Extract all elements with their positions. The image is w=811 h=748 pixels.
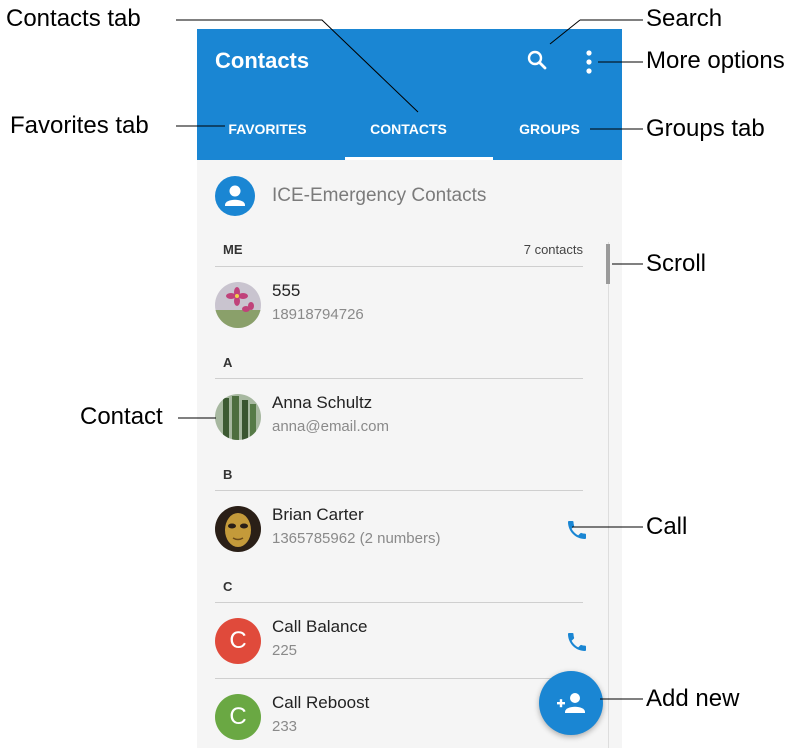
contact-detail: anna@email.com — [272, 418, 389, 435]
phone-icon[interactable] — [565, 630, 589, 654]
contact-detail: 18918794726 — [272, 306, 364, 323]
callout-call: Call — [646, 513, 688, 540]
section-letter: ME — [223, 242, 243, 257]
selected-tab-indicator — [345, 157, 493, 160]
mask-photo-avatar — [215, 506, 261, 552]
contact-detail: 1365785962 (2 numbers) — [272, 530, 441, 547]
tab-contacts[interactable]: CONTACTS — [338, 114, 479, 160]
more-vert-icon[interactable] — [581, 48, 597, 76]
phone-icon[interactable] — [565, 518, 589, 542]
section-header-c: C — [223, 572, 583, 602]
contact-name: 555 — [272, 281, 301, 300]
scrollbar-track — [608, 242, 609, 748]
ice-label: ICE-Emergency Contacts — [272, 185, 487, 206]
cactus-photo-avatar — [215, 394, 261, 440]
divider — [215, 678, 583, 679]
section-header-a: A — [223, 348, 583, 378]
callout-more-options: More options — [646, 47, 785, 74]
contact-name: Call Reboost — [272, 693, 370, 712]
section-letter: A — [223, 355, 233, 370]
avatar-letter: C — [229, 703, 247, 730]
contact-row-anna-schultz[interactable]: Anna Schultz anna@email.com — [215, 392, 585, 446]
flower-photo-avatar — [215, 282, 261, 328]
divider — [215, 602, 583, 603]
search-icon[interactable] — [525, 48, 549, 72]
phone-screen: Contacts FAVORITES CONTACTS GROUPS ICE-E… — [197, 29, 622, 748]
callout-add-new: Add new — [646, 685, 740, 712]
contact-row-555[interactable]: 555 18918794726 — [215, 280, 585, 334]
divider — [215, 266, 583, 267]
person-icon — [215, 176, 255, 216]
contact-count: 7 contacts — [523, 242, 583, 257]
contact-name: Anna Schultz — [272, 393, 373, 412]
scrollbar-thumb[interactable] — [606, 244, 610, 284]
letter-avatar: C — [215, 618, 261, 664]
section-letter: B — [223, 467, 233, 482]
section-letter: C — [223, 579, 233, 594]
contact-row-call-reboost[interactable]: C Call Reboost 233 — [215, 692, 585, 746]
section-header-me: ME 7 contacts — [223, 235, 583, 265]
callout-contact: Contact — [80, 403, 163, 430]
divider — [215, 378, 583, 379]
contact-row-brian-carter[interactable]: Brian Carter 1365785962 (2 numbers) — [215, 504, 586, 558]
divider — [215, 490, 583, 491]
tab-groups[interactable]: GROUPS — [479, 114, 620, 160]
callout-contacts-tab: Contacts tab — [6, 5, 141, 32]
letter-avatar: C — [215, 694, 261, 740]
callout-scroll: Scroll — [646, 250, 707, 277]
contact-name: Call Balance — [272, 617, 368, 636]
section-header-b: B — [223, 460, 583, 490]
callout-favorites-tab: Favorites tab — [10, 112, 149, 139]
avatar-letter: C — [229, 627, 247, 654]
add-person-icon[interactable] — [539, 671, 603, 735]
contact-detail: 233 — [272, 718, 298, 735]
contact-detail: 225 — [272, 642, 298, 659]
app-bar: Contacts FAVORITES CONTACTS GROUPS — [197, 29, 622, 160]
ice-emergency-contacts[interactable]: ICE-Emergency Contacts — [215, 176, 595, 216]
contact-name: Brian Carter — [272, 505, 364, 524]
callout-groups-tab: Groups tab — [646, 115, 765, 142]
contact-row-call-balance[interactable]: C Call Balance 225 — [215, 616, 586, 670]
app-title: Contacts — [215, 48, 310, 73]
callout-search: Search — [646, 5, 723, 32]
tab-favorites[interactable]: FAVORITES — [197, 114, 338, 160]
